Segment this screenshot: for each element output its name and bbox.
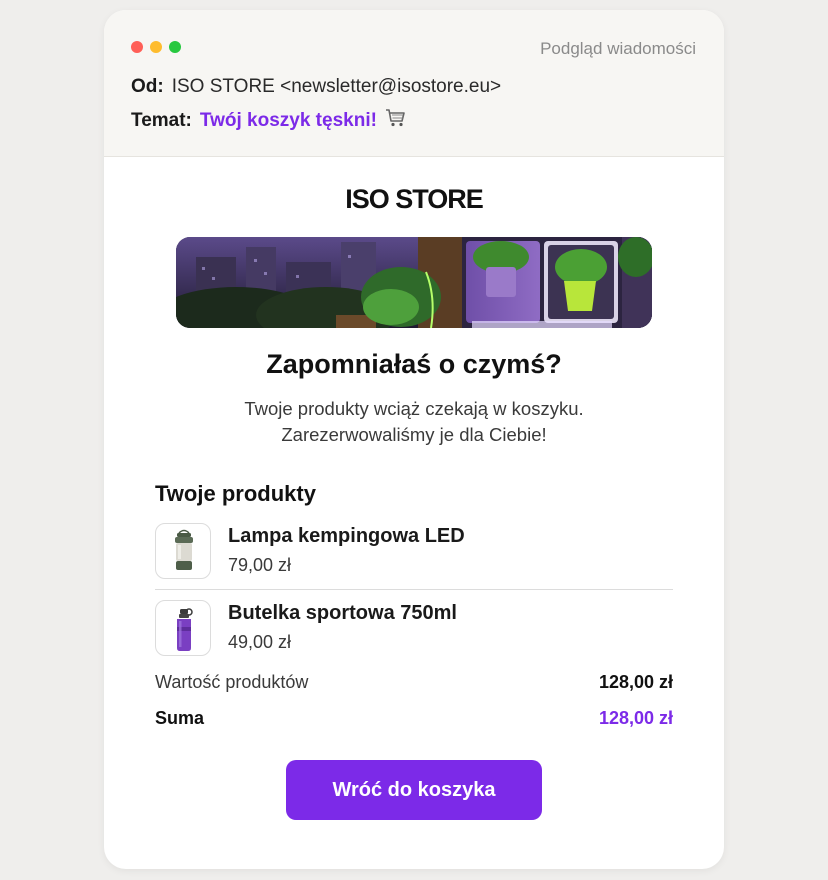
subject-row: Temat: Twój koszyk tęskni!: [131, 108, 407, 133]
subject-label: Temat:: [131, 109, 192, 131]
subtext-line-2: Zarezerwowaliśmy je dla Ciebie!: [281, 424, 547, 445]
total-value: 128,00 zł: [598, 708, 673, 728]
minimize-window-button[interactable]: [150, 41, 162, 53]
subtext-line-1: Twoje produkty wciąż czekają w koszyku.: [244, 398, 584, 419]
product-name: Lampa kempingowa LED: [228, 525, 465, 547]
subtotal-value: 128,00 zł: [598, 672, 673, 692]
cart-icon: [385, 108, 407, 133]
product-item[interactable]: Lampa kempingowa LED 79,00 zł: [155, 523, 673, 579]
return-to-cart-button[interactable]: Wróć do koszyka: [286, 760, 542, 820]
email-header: Podgląd wiadomości Od: ISO STORE <newsle…: [104, 10, 724, 157]
total-label: Suma: [155, 708, 205, 728]
bottle-icon: [155, 600, 211, 656]
subject-value: Twój koszyk tęskni!: [199, 109, 377, 131]
from-value: ISO STORE <newsletter@isostore.eu>: [171, 76, 502, 97]
email-preview-window: Podgląd wiadomości Od: ISO STORE <newsle…: [104, 10, 724, 869]
product-price: 79,00 zł: [228, 555, 292, 575]
products-section-title: Twoje produkty: [155, 481, 316, 506]
hero-banner-image: [176, 237, 652, 328]
product-divider: [155, 589, 673, 590]
headline: Zapomniałaś o czymś?: [266, 349, 562, 379]
subtext: Twoje produkty wciąż czekają w koszyku. …: [104, 396, 724, 448]
close-window-button[interactable]: [131, 41, 143, 53]
from-label: Od:: [131, 76, 164, 97]
product-name: Butelka sportowa 750ml: [228, 602, 457, 624]
from-row: Od: ISO STORE <newsletter@isostore.eu>: [131, 76, 501, 98]
product-price: 49,00 zł: [228, 632, 292, 652]
total-row: Suma 128,00 zł: [155, 708, 673, 729]
subtotal-label: Wartość produktów: [155, 672, 309, 692]
brand-logo: ISO STORE: [345, 184, 484, 214]
product-item[interactable]: Butelka sportowa 750ml 49,00 zł: [155, 600, 673, 656]
maximize-window-button[interactable]: [169, 41, 181, 53]
window-controls: [131, 41, 181, 53]
preview-label: Podgląd wiadomości: [540, 39, 696, 58]
lantern-icon: [155, 523, 211, 579]
subtotal-row: Wartość produktów 128,00 zł: [155, 672, 673, 693]
